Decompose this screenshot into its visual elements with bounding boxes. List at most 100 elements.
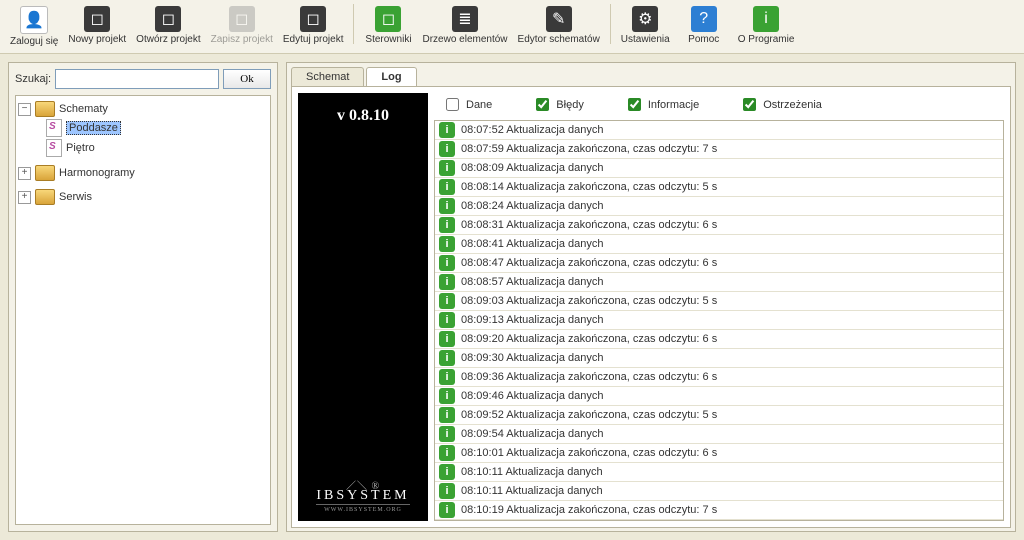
log-text: 08:09:30 Aktualizacja danych	[461, 352, 604, 364]
filter-checkbox[interactable]	[446, 98, 459, 111]
filter-label: Błędy	[556, 99, 584, 111]
info-icon: i	[439, 445, 455, 461]
version-panel: v 0.8.10 ／＼ ® IBSYSTEM WWW.IBSYSTEM.ORG	[298, 93, 428, 521]
log-row[interactable]: i 08:09:36 Aktualizacja zakończona, czas …	[435, 368, 1003, 387]
log-row[interactable]: i08:09:13 Aktualizacja danych	[435, 311, 1003, 330]
log-text: 08:09:52 Aktualizacja zakończona, czas o…	[461, 409, 717, 421]
filter-checkbox[interactable]	[536, 98, 549, 111]
log-row[interactable]: i08:09:30 Aktualizacja danych	[435, 349, 1003, 368]
toolbar-icon: ◻	[375, 6, 401, 32]
toolbar-o-programie[interactable]: iO Programie	[734, 4, 799, 47]
info-icon: i	[439, 274, 455, 290]
log-row[interactable]: i 08:08:31 Aktualizacja zakończona, czas …	[435, 216, 1003, 235]
filter-ostrzeżenia[interactable]: Ostrzeżenia	[739, 95, 822, 114]
filter-błędy[interactable]: Błędy	[532, 95, 584, 114]
log-row[interactable]: i08:10:01 Aktualizacja zakończona, czas …	[435, 444, 1003, 463]
log-text: 08:09:46 Aktualizacja danych	[461, 390, 604, 402]
log-row[interactable]: i08:08:24 Aktualizacja danych	[435, 197, 1003, 216]
search-input[interactable]	[55, 69, 219, 89]
toolbar-zaloguj-się[interactable]: 👤Zaloguj się	[6, 4, 62, 49]
tree-node-pietro[interactable]: Piętro	[46, 138, 268, 158]
tree-node-harmonogramy[interactable]: + Harmonogramy	[18, 164, 268, 182]
toolbar-label: Otwórz projekt	[136, 34, 200, 45]
main-toolbar: 👤Zaloguj się◻Nowy projekt◻Otwórz projekt…	[0, 0, 1024, 54]
tree-label: Serwis	[59, 191, 92, 203]
info-icon: i	[439, 464, 455, 480]
toolbar-label: Ustawienia	[621, 34, 670, 45]
tab-log[interactable]: Log	[366, 67, 416, 86]
toolbar-sterowniki[interactable]: ◻ Sterowniki	[360, 4, 416, 47]
tree-label: Piętro	[66, 142, 95, 154]
info-icon: i	[439, 483, 455, 499]
log-text: 08:07:52 Aktualizacja danych	[461, 124, 604, 136]
filter-checkbox[interactable]	[628, 98, 641, 111]
info-icon: i	[439, 388, 455, 404]
log-row[interactable]: i08:09:52 Aktualizacja zakończona, czas …	[435, 406, 1003, 425]
schema-icon	[46, 119, 62, 137]
version-label: v 0.8.10	[337, 107, 389, 125]
log-row[interactable]: i08:08:41 Aktualizacja danych	[435, 235, 1003, 254]
filter-checkbox[interactable]	[743, 98, 756, 111]
filter-dane[interactable]: Dane	[442, 95, 492, 114]
filter-label: Informacje	[648, 99, 699, 111]
toolbar-label: Drzewo elementów	[422, 34, 507, 45]
tab-body: v 0.8.10 ／＼ ® IBSYSTEM WWW.IBSYSTEM.ORG …	[291, 86, 1011, 528]
log-row[interactable]: i08:07:59 Aktualizacja zakończona, czas …	[435, 140, 1003, 159]
log-row[interactable]: i08:08:14 Aktualizacja zakończona, czas …	[435, 178, 1003, 197]
log-row[interactable]: i08:10:11 Aktualizacja danych	[435, 482, 1003, 501]
log-row[interactable]: i08:10:11 Aktualizacja danych	[435, 463, 1003, 482]
log-row[interactable]: i08:09:03 Aktualizacja zakończona, czas …	[435, 292, 1003, 311]
log-text: 08:08:31 Aktualizacja zakończona, czas o…	[461, 219, 717, 231]
info-icon: i	[439, 217, 455, 233]
search-button[interactable]: Ok	[223, 69, 271, 89]
log-row[interactable]: i08:09:20 Aktualizacja zakończona, czas …	[435, 330, 1003, 349]
toolbar-pomoc[interactable]: ?Pomoc	[676, 4, 732, 47]
info-icon: i	[439, 160, 455, 176]
log-row[interactable]: i 08:09:46 Aktualizacja danych	[435, 387, 1003, 406]
toolbar-icon: ◻	[229, 6, 255, 32]
toolbar-ustawienia[interactable]: ⚙ Ustawienia	[617, 4, 674, 47]
search-bar: Szukaj: Ok	[15, 69, 271, 89]
tree-node-schematy[interactable]: − Schematy	[18, 100, 268, 118]
log-text: 08:09:36 Aktualizacja zakończona, czas o…	[461, 371, 717, 383]
toolbar-icon: ≣	[452, 6, 478, 32]
expand-icon[interactable]: +	[18, 167, 31, 180]
log-text: 08:08:14 Aktualizacja zakończona, czas o…	[461, 181, 717, 193]
filter-informacje[interactable]: Informacje	[624, 95, 699, 114]
tab-schemat[interactable]: Schemat	[291, 67, 364, 86]
log-row[interactable]: i 08:07:52 Aktualizacja danych	[435, 121, 1003, 140]
brand-url: WWW.IBSYSTEM.ORG	[316, 504, 409, 513]
toolbar-edytor-schematów[interactable]: ✎Edytor schematów	[514, 4, 604, 47]
project-tree[interactable]: − Schematy Poddasze Piętro +	[15, 95, 271, 525]
log-text: 08:09:20 Aktualizacja zakończona, czas o…	[461, 333, 717, 345]
toolbar-otwórz-projekt[interactable]: ◻Otwórz projekt	[132, 4, 204, 47]
toolbar-label: Sterowniki	[365, 34, 411, 45]
brand-name: IBSYSTEM	[316, 488, 409, 503]
toolbar-label: Nowy projekt	[68, 34, 126, 45]
toolbar-edytuj-projekt[interactable]: ◻Edytuj projekt	[279, 4, 348, 47]
log-text: 08:09:54 Aktualizacja danych	[461, 428, 604, 440]
log-row[interactable]: i08:08:09 Aktualizacja danych	[435, 159, 1003, 178]
toolbar-icon: ✎	[546, 6, 572, 32]
tree-node-serwis[interactable]: + Serwis	[18, 188, 268, 206]
info-icon: i	[439, 312, 455, 328]
log-text: 08:08:41 Aktualizacja danych	[461, 238, 604, 250]
brand-logo: ／＼ ® IBSYSTEM WWW.IBSYSTEM.ORG	[316, 477, 409, 513]
expand-icon[interactable]: +	[18, 191, 31, 204]
toolbar-nowy-projekt[interactable]: ◻Nowy projekt	[64, 4, 130, 47]
collapse-icon[interactable]: −	[18, 103, 31, 116]
info-icon: i	[439, 198, 455, 214]
info-icon: i	[439, 122, 455, 138]
toolbar-icon: ⚙	[632, 6, 658, 32]
log-row[interactable]: i08:08:47 Aktualizacja zakończona, czas …	[435, 254, 1003, 273]
tree-node-poddasze[interactable]: Poddasze	[46, 118, 268, 138]
log-text: 08:09:03 Aktualizacja zakończona, czas o…	[461, 295, 717, 307]
log-row[interactable]: i08:08:57 Aktualizacja danych	[435, 273, 1003, 292]
toolbar-drzewo-elementów[interactable]: ≣ Drzewo elementów	[418, 4, 511, 47]
log-row[interactable]: i08:10:19 Aktualizacja zakończona, czas …	[435, 501, 1003, 520]
info-icon: i	[439, 369, 455, 385]
info-icon: i	[439, 426, 455, 442]
log-list[interactable]: i 08:07:52 Aktualizacja danych i08:07:59 A…	[434, 120, 1004, 521]
toolbar-icon: i	[753, 6, 779, 32]
log-row[interactable]: i 08:09:54 Aktualizacja danych	[435, 425, 1003, 444]
